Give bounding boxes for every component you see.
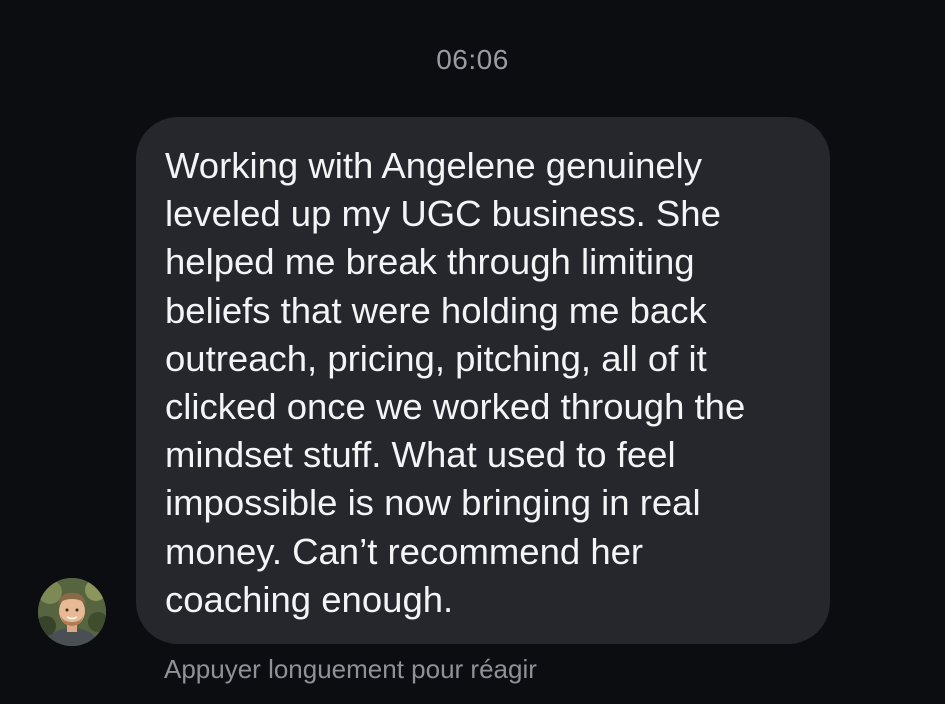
message-timestamp: 06:06 [436,44,509,75]
user-avatar-photo-icon [38,578,106,646]
sender-avatar[interactable] [38,578,106,646]
received-message-bubble[interactable]: Working with Angelene genuinely leveled … [136,117,830,644]
long-press-react-hint: Appuyer longuement pour réagir [164,654,537,684]
message-text: Working with Angelene genuinely leveled … [165,145,746,620]
